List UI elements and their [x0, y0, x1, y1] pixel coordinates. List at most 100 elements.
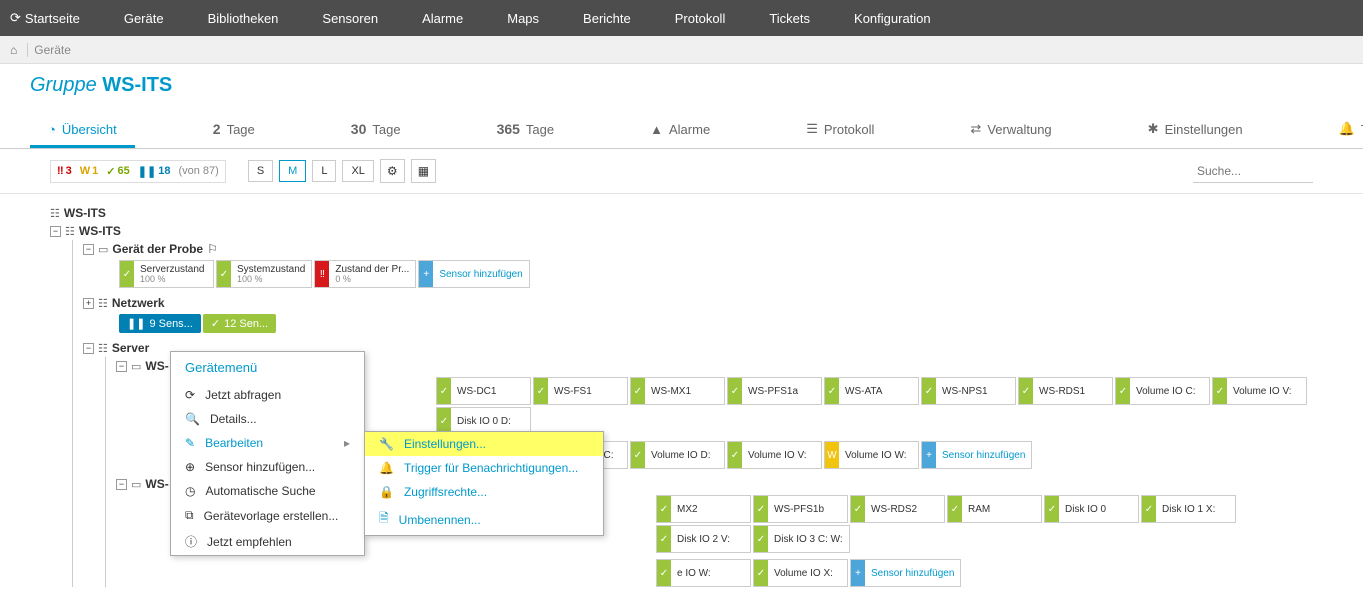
- sensor[interactable]: ✓Volume IO X:: [753, 559, 848, 587]
- add-sensor-button[interactable]: +Sensor hinzufügen: [921, 441, 1032, 469]
- search-box: [1193, 160, 1313, 183]
- settings-icon-button[interactable]: ⚙: [380, 159, 405, 183]
- nav-geraete[interactable]: Geräte: [102, 11, 186, 26]
- size-s[interactable]: S: [248, 160, 273, 182]
- nav-maps[interactable]: Maps: [485, 11, 561, 26]
- nav-protokoll[interactable]: Protokoll: [653, 11, 748, 26]
- sensor[interactable]: ✓WS-DC1: [436, 377, 531, 405]
- stat-warning[interactable]: W 1: [80, 165, 99, 177]
- sensor[interactable]: ✓Disk IO 3 C: W:: [753, 525, 850, 553]
- tab-365days[interactable]: 365Tage: [479, 113, 573, 148]
- tree-network[interactable]: + ☷ Netzwerk: [83, 294, 1313, 312]
- sensor[interactable]: ✓Volume IO V:: [1212, 377, 1307, 405]
- sensor[interactable]: ✓Volume IO D:: [630, 441, 725, 469]
- nav-tickets[interactable]: Tickets: [747, 11, 832, 26]
- tree-device-probe[interactable]: − ▭ Gerät der Probe ⚐: [83, 240, 1313, 258]
- sensor[interactable]: ✓e IO W:: [656, 559, 751, 587]
- group-icon: ☷: [65, 225, 75, 238]
- tab-einstellungen[interactable]: ✱Einstellungen: [1130, 113, 1261, 148]
- group-icon: ☷: [98, 342, 108, 355]
- sensor[interactable]: ✓WS-PFS1a: [727, 377, 822, 405]
- nav-sensoren[interactable]: Sensoren: [300, 11, 400, 26]
- sensor[interactable]: ✓WS-NPS1: [921, 377, 1016, 405]
- submenu-rename[interactable]: 🗎Umbenennen...: [365, 504, 603, 535]
- submenu-access[interactable]: 🔒Zugriffsrechte...: [365, 480, 603, 504]
- sensor[interactable]: ✓WS-FS1: [533, 377, 628, 405]
- size-l[interactable]: L: [312, 160, 336, 182]
- collapse-icon[interactable]: −: [116, 479, 127, 490]
- collapse-icon[interactable]: −: [83, 343, 94, 354]
- tab-30days[interactable]: 30Tage: [333, 113, 419, 148]
- sensor[interactable]: ✓Volume IO V:: [727, 441, 822, 469]
- sensor-row: ✓MX2 ✓WS-PFS1b ✓WS-RDS2 ✓RAM ✓Disk IO 0 …: [656, 495, 1313, 553]
- tree-group[interactable]: − ☷ WS-ITS: [50, 222, 1313, 240]
- sensor-row: ✓Serverzustand100 % ✓Systemzustand100 % …: [119, 260, 1313, 288]
- tab-overview[interactable]: ◔Übersicht: [30, 113, 135, 148]
- nav-startseite[interactable]: ⟳Startseite: [10, 10, 102, 26]
- sensor[interactable]: ✓WS-ATA: [824, 377, 919, 405]
- menu-recommend[interactable]: ⓘJetzt empfehlen: [171, 528, 364, 555]
- nav-konfiguration[interactable]: Konfiguration: [832, 11, 953, 26]
- menu-details[interactable]: 🔍Details...: [171, 407, 364, 431]
- tab-verwaltung[interactable]: ⇄Verwaltung: [952, 113, 1069, 148]
- nav-berichte[interactable]: Berichte: [561, 11, 653, 26]
- grid-icon-button[interactable]: ▦: [411, 159, 436, 183]
- wrench-icon: 🔧: [379, 437, 394, 451]
- tab-protokoll[interactable]: ☰Protokoll: [788, 113, 892, 148]
- stat-error[interactable]: ‼ 3: [57, 165, 72, 177]
- size-xl[interactable]: XL: [342, 160, 373, 182]
- menu-edit[interactable]: ✎Bearbeiten▸ 🔧Einstellungen... 🔔Trigger …: [171, 431, 364, 455]
- sensor[interactable]: ✓Disk IO 0: [1044, 495, 1139, 523]
- sensor[interactable]: ✓WS-RDS1: [1018, 377, 1113, 405]
- submenu-settings[interactable]: 🔧Einstellungen...: [365, 432, 603, 456]
- sensor[interactable]: ✓Disk IO 1 X:: [1141, 495, 1236, 523]
- page-title: Gruppe WS-ITS: [30, 74, 1333, 97]
- info-icon: ⓘ: [185, 533, 197, 550]
- nav-bibliotheken[interactable]: Bibliotheken: [186, 11, 301, 26]
- nav-alarme[interactable]: Alarme: [400, 11, 485, 26]
- tree-root[interactable]: ☷ WS-ITS: [50, 204, 1313, 222]
- menu-template[interactable]: ⧉Gerätevorlage erstellen...: [171, 503, 364, 528]
- submenu-triggers[interactable]: 🔔Trigger für Benachrichtigungen...: [365, 456, 603, 480]
- pill-row: ❚❚ 9 Sens... ✓ 12 Sen...: [119, 314, 1313, 333]
- collapse-icon[interactable]: −: [50, 226, 61, 237]
- add-sensor-button[interactable]: +Sensor hinzufügen: [418, 260, 529, 288]
- ok-sensors-pill[interactable]: ✓ 12 Sen...: [203, 314, 276, 333]
- breadcrumb-home-icon[interactable]: ⌂: [10, 43, 17, 57]
- sensor[interactable]: ✓WS-PFS1b: [753, 495, 848, 523]
- clock-icon: ◔: [48, 122, 56, 137]
- sensor[interactable]: ‼Zustand der Pr...0 %: [314, 260, 416, 288]
- page-title-bar: Gruppe WS-ITS: [0, 64, 1363, 101]
- sensor-row: ✓WS-DC1 ✓WS-FS1 ✓WS-MX1 ✓WS-PFS1a ✓WS-AT…: [436, 377, 1313, 435]
- sensor[interactable]: ✓Serverzustand100 %: [119, 260, 214, 288]
- collapse-icon[interactable]: −: [83, 244, 94, 255]
- expand-icon[interactable]: +: [83, 298, 94, 309]
- breadcrumb-item[interactable]: Geräte: [27, 43, 77, 57]
- sensor[interactable]: ✓RAM: [947, 495, 1042, 523]
- stat-paused[interactable]: ❚❚ 18: [138, 165, 171, 178]
- collapse-icon[interactable]: −: [116, 361, 127, 372]
- tab-2days[interactable]: 2Tage: [195, 113, 273, 148]
- search-input[interactable]: [1193, 160, 1313, 183]
- group-icon: ☷: [50, 207, 60, 220]
- sensor[interactable]: ✓MX2: [656, 495, 751, 523]
- sensor[interactable]: ✓Volume IO C:: [1115, 377, 1210, 405]
- menu-add-sensor[interactable]: ⊕Sensor hinzufügen...: [171, 455, 364, 479]
- list-icon: ☰: [806, 121, 818, 137]
- tab-alarme[interactable]: ▲Alarme: [632, 113, 728, 148]
- sensor[interactable]: ✓Systemzustand100 %: [216, 260, 312, 288]
- sensor[interactable]: ✓WS-MX1: [630, 377, 725, 405]
- plus-icon: ⊕: [185, 460, 195, 474]
- sensor[interactable]: WVolume IO W:: [824, 441, 919, 469]
- menu-auto-search[interactable]: ◷Automatische Suche: [171, 479, 364, 503]
- tab-trigger[interactable]: 🔔Trigger fü: [1321, 113, 1363, 148]
- add-sensor-button[interactable]: +Sensor hinzufügen: [850, 559, 961, 587]
- sensor[interactable]: ✓WS-RDS2: [850, 495, 945, 523]
- stat-ok[interactable]: ✓ 65: [106, 165, 129, 178]
- home-icon: ⟳: [10, 10, 21, 26]
- paused-sensors-pill[interactable]: ❚❚ 9 Sens...: [119, 314, 201, 333]
- menu-refresh[interactable]: ⟳Jetzt abfragen: [171, 383, 364, 407]
- tree-device[interactable]: − ▭ WS- Gerätemenü ⟳Jetzt abfragen 🔍Deta…: [116, 357, 1313, 375]
- sensor[interactable]: ✓Disk IO 2 V:: [656, 525, 751, 553]
- size-m[interactable]: M: [279, 160, 306, 182]
